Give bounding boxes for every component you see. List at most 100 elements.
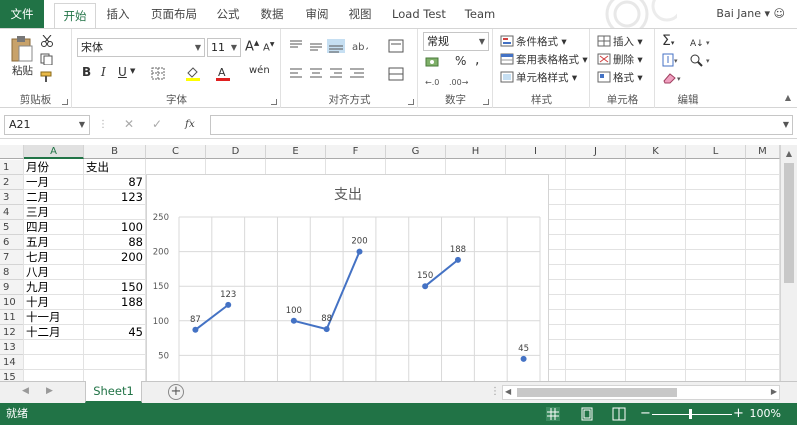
chevron-down-icon[interactable]: ▼ xyxy=(130,67,135,75)
horizontal-scrollbar[interactable]: ◀ ▶ xyxy=(502,385,780,400)
col-header-i[interactable]: I xyxy=(506,145,566,159)
cell-b[interactable]: 150 xyxy=(86,280,145,295)
tab-view[interactable]: 视图 xyxy=(342,0,378,28)
autosum-icon[interactable]: Σ▾ xyxy=(662,33,674,49)
format-painter-icon[interactable] xyxy=(40,71,54,83)
merge-center-icon[interactable] xyxy=(388,67,410,81)
clear-icon[interactable]: ▾ xyxy=(662,71,684,85)
cell-b[interactable] xyxy=(86,355,145,370)
tab-review[interactable]: 审阅 xyxy=(298,0,336,28)
cell-a[interactable] xyxy=(26,370,84,381)
row-header[interactable]: 6 xyxy=(0,235,24,250)
cell-b[interactable]: 100 xyxy=(86,220,145,235)
col-header-l[interactable]: L xyxy=(686,145,746,159)
user-account[interactable]: Bai Jane ▾ ☺ xyxy=(716,0,785,28)
cell-a[interactable]: 三月 xyxy=(26,205,84,220)
cell-styles-button[interactable]: 单元格样式 ▾ xyxy=(516,70,577,85)
number-format-select[interactable]: 常规 ▼ xyxy=(423,32,489,51)
name-box[interactable]: A21 ▼ xyxy=(4,115,90,135)
cell-a[interactable]: 八月 xyxy=(26,265,84,280)
cell-a[interactable]: 二月 xyxy=(26,190,84,205)
next-sheet-icon[interactable]: ▶ xyxy=(46,386,53,396)
row-header[interactable]: 4 xyxy=(0,205,24,220)
page-break-view-icon[interactable] xyxy=(612,407,626,421)
scroll-up-icon[interactable]: ▲ xyxy=(781,149,797,158)
phonetic-guide-button[interactable]: wén xyxy=(249,65,270,76)
horizontal-align-icons[interactable] xyxy=(288,67,368,81)
enter-icon[interactable]: ✓ xyxy=(152,117,162,131)
col-header-c[interactable]: C xyxy=(146,145,206,159)
cell-b[interactable] xyxy=(86,310,145,325)
clipboard-launcher-icon[interactable] xyxy=(62,99,68,105)
scroll-thumb[interactable] xyxy=(517,388,677,397)
cell-a[interactable]: 五月 xyxy=(26,235,84,250)
decimal-adjust-icons[interactable]: ←.0 .00→ xyxy=(425,75,475,89)
comma-style-button[interactable]: , xyxy=(475,52,479,68)
paste-icon[interactable] xyxy=(10,35,34,63)
scroll-thumb[interactable] xyxy=(784,163,794,283)
col-header-e[interactable]: E xyxy=(266,145,326,159)
borders-icon[interactable] xyxy=(151,67,165,80)
col-header-g[interactable]: G xyxy=(386,145,446,159)
cell-b[interactable] xyxy=(86,205,145,220)
fill-color-icon[interactable] xyxy=(185,65,201,81)
cell-a[interactable]: 月份 xyxy=(26,160,84,175)
italic-button[interactable]: I xyxy=(101,65,106,79)
row-header[interactable]: 15 xyxy=(0,370,24,381)
tab-home[interactable]: 开始 xyxy=(54,3,96,29)
cell-b[interactable]: 45 xyxy=(86,325,145,340)
select-all-corner[interactable] xyxy=(0,145,24,159)
col-header-m[interactable]: M xyxy=(746,145,780,159)
percent-style-button[interactable]: % xyxy=(455,54,466,68)
zoom-level[interactable]: 100% xyxy=(750,403,781,425)
number-launcher-icon[interactable] xyxy=(483,99,489,105)
col-header-b[interactable]: B xyxy=(84,145,146,159)
format-cells-button[interactable]: 格式 ▾ xyxy=(613,70,643,85)
collapse-ribbon-icon[interactable]: ▲ xyxy=(785,93,791,102)
cell-b[interactable] xyxy=(86,340,145,355)
cell-a[interactable]: 九月 xyxy=(26,280,84,295)
row-header[interactable]: 9 xyxy=(0,280,24,295)
format-as-table-button[interactable]: 套用表格格式 ▾ xyxy=(516,52,588,67)
col-header-h[interactable]: H xyxy=(446,145,506,159)
formula-input[interactable] xyxy=(210,115,793,135)
cell-a[interactable]: 一月 xyxy=(26,175,84,190)
delete-cells-button[interactable]: 删除 ▾ xyxy=(613,52,643,67)
underline-button[interactable]: U xyxy=(118,65,127,79)
add-sheet-icon[interactable]: + xyxy=(168,384,184,400)
cell-b[interactable]: 88 xyxy=(86,235,145,250)
find-select-icon[interactable]: ▾ xyxy=(690,53,714,67)
col-header-j[interactable]: J xyxy=(566,145,626,159)
chart[interactable]: 支出 50 100 150 200 250 87 123 100 88 200 150 188 45 xyxy=(146,174,549,394)
cell-a[interactable]: 四月 xyxy=(26,220,84,235)
prev-sheet-icon[interactable]: ◀ xyxy=(22,386,29,396)
vertical-align-icons[interactable]: ab↗ xyxy=(288,39,368,53)
cell-a[interactable]: 七月 xyxy=(26,250,84,265)
normal-view-icon[interactable] xyxy=(546,407,560,421)
zoom-out-icon[interactable]: − xyxy=(640,406,651,421)
alignment-launcher-icon[interactable] xyxy=(408,99,414,105)
cell-b[interactable]: 87 xyxy=(86,175,145,190)
zoom-slider[interactable] xyxy=(652,414,732,415)
row-header[interactable]: 1 xyxy=(0,160,24,175)
col-header-d[interactable]: D xyxy=(206,145,266,159)
row-header[interactable]: 5 xyxy=(0,220,24,235)
col-header-k[interactable]: K xyxy=(626,145,686,159)
cell-b[interactable]: 200 xyxy=(86,250,145,265)
row-header[interactable]: 11 xyxy=(0,310,24,325)
row-header[interactable]: 7 xyxy=(0,250,24,265)
tab-file[interactable]: 文件 xyxy=(0,0,44,28)
zoom-in-icon[interactable]: + xyxy=(733,406,744,421)
row-header[interactable]: 13 xyxy=(0,340,24,355)
tab-insert[interactable]: 插入 xyxy=(100,0,136,28)
increase-font-size-button[interactable]: A▲ xyxy=(245,39,259,54)
sort-filter-icon[interactable]: A↓ ▾ xyxy=(690,35,714,49)
row-header[interactable]: 2 xyxy=(0,175,24,190)
cell-b[interactable]: 支出 xyxy=(86,160,145,175)
fill-icon[interactable]: ▾ xyxy=(662,53,680,67)
cell-a[interactable] xyxy=(26,340,84,355)
cell-a[interactable]: 十二月 xyxy=(26,325,84,340)
insert-function-icon[interactable]: fx xyxy=(185,118,195,130)
accounting-format-icon[interactable] xyxy=(425,55,441,69)
cell-b[interactable] xyxy=(86,370,145,381)
